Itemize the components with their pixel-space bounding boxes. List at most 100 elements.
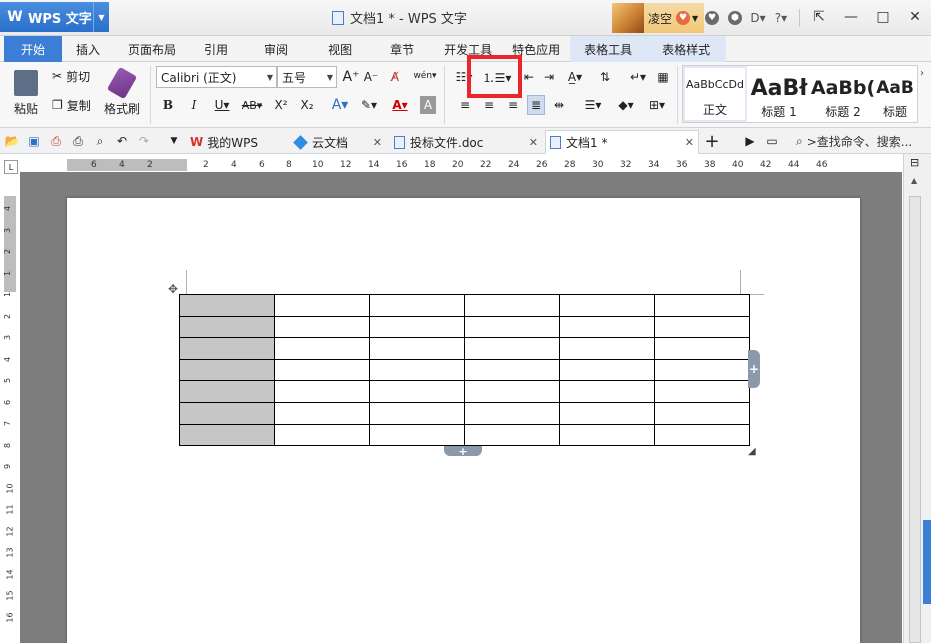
- table-cell[interactable]: [559, 337, 655, 360]
- table-cell[interactable]: [654, 358, 750, 382]
- table-cell-shaded[interactable]: [179, 294, 275, 317]
- distributed-align-icon[interactable]: ⇹: [550, 96, 568, 114]
- vertical-ruler[interactable]: 4 3 2 1 1 2 3 4 5 6 7 8 9 10 11 12 13 14 15 16: [3, 196, 16, 643]
- font-name-select[interactable]: Calibri (正文) ▼: [156, 66, 277, 88]
- increase-indent-icon[interactable]: ⇥: [540, 68, 558, 86]
- backup-icon[interactable]: ▶: [742, 133, 758, 149]
- open-folder-icon[interactable]: 📂: [4, 133, 20, 149]
- subscript-icon[interactable]: X₂: [298, 96, 316, 114]
- chevron-right-icon[interactable]: ›: [920, 68, 924, 79]
- border-icon[interactable]: ⊞▾: [644, 96, 670, 114]
- table-resize-icon[interactable]: ◢: [748, 446, 758, 457]
- grow-font-icon[interactable]: A⁺: [342, 68, 360, 86]
- table-cell[interactable]: [274, 423, 370, 447]
- table-cell-shaded[interactable]: [179, 358, 275, 382]
- table-cell[interactable]: [654, 294, 750, 317]
- table-move-icon[interactable]: ✥: [166, 282, 180, 296]
- table-cell[interactable]: [559, 401, 655, 425]
- settings-icon[interactable]: ⬢: [728, 11, 742, 25]
- app-menu-button[interactable]: W WPS 文字 ▼: [0, 2, 109, 32]
- table-cell[interactable]: [369, 380, 465, 403]
- text-direction-icon[interactable]: A̲▾: [562, 68, 588, 86]
- table-cell[interactable]: [464, 358, 560, 382]
- table-cell[interactable]: [464, 294, 560, 317]
- copy-button[interactable]: ❐ 复制: [52, 96, 91, 114]
- tab-table-styles[interactable]: 表格样式: [646, 36, 727, 62]
- feedback-icon[interactable]: D▾: [750, 11, 765, 25]
- vertical-scrollbar[interactable]: ⊟ ▲: [903, 154, 931, 643]
- table-cell[interactable]: [274, 337, 370, 360]
- table-cell[interactable]: [274, 315, 370, 339]
- document-table[interactable]: [179, 294, 750, 447]
- table-cell[interactable]: [654, 401, 750, 425]
- font-color-icon[interactable]: A▾: [388, 96, 412, 114]
- table-cell[interactable]: [464, 337, 560, 360]
- justify-icon[interactable]: ≣: [527, 95, 545, 115]
- format-painter-button[interactable]: 格式刷: [102, 66, 142, 120]
- table-cell[interactable]: [559, 423, 655, 447]
- char-shading-icon[interactable]: A: [420, 96, 436, 114]
- table-cell[interactable]: [274, 401, 370, 425]
- user-account[interactable]: 凌空 ♥ ▼: [612, 3, 705, 33]
- redo-icon[interactable]: ↷: [136, 133, 152, 149]
- close-icon[interactable]: ✕: [373, 136, 382, 149]
- line-spacing-icon[interactable]: ☰▾: [580, 96, 606, 114]
- style-heading-1[interactable]: AaBł 标题 1: [747, 66, 811, 122]
- font-size-select[interactable]: 五号 ▼: [277, 66, 337, 88]
- table-cell-shaded[interactable]: [179, 401, 275, 425]
- doc-tab-doc1[interactable]: 文档1 * ✕: [545, 130, 699, 154]
- bold-icon[interactable]: B: [160, 96, 176, 114]
- tab-stop-selector[interactable]: L: [4, 160, 18, 174]
- help-icon[interactable]: ?▾: [774, 11, 788, 25]
- minimize-button[interactable]: —: [835, 4, 867, 30]
- table-cell[interactable]: [464, 401, 560, 425]
- print-preview-icon[interactable]: ⌕: [92, 133, 108, 149]
- tab-page-layout[interactable]: 页面布局: [114, 36, 190, 62]
- table-cell[interactable]: [559, 358, 655, 382]
- tab-section[interactable]: 章节: [370, 36, 434, 62]
- strikethrough-icon[interactable]: AB▾: [238, 96, 266, 114]
- paste-button[interactable]: 粘贴: [6, 66, 46, 120]
- style-title[interactable]: AaB 标题: [875, 66, 915, 122]
- table-cell[interactable]: [654, 380, 750, 403]
- style-heading-2[interactable]: AaBb( 标题 2: [811, 66, 875, 122]
- restore-toolbar-icon[interactable]: ⇱: [803, 4, 835, 30]
- undo-icon[interactable]: ↶: [114, 133, 130, 149]
- table-cell-shaded[interactable]: [179, 423, 275, 447]
- close-icon[interactable]: ✕: [529, 136, 538, 149]
- align-left-icon[interactable]: ≡: [456, 96, 474, 114]
- export-pdf-icon[interactable]: ⎙: [48, 133, 64, 149]
- align-center-icon[interactable]: ≡: [480, 96, 498, 114]
- save-icon[interactable]: ▣: [26, 133, 42, 149]
- print-icon[interactable]: ⎙: [70, 133, 86, 149]
- table-cell[interactable]: [464, 315, 560, 339]
- underline-icon[interactable]: U▾: [210, 96, 234, 114]
- table-cell[interactable]: [369, 423, 465, 447]
- window-icon[interactable]: ▭: [764, 133, 780, 149]
- superscript-icon[interactable]: X²: [272, 96, 290, 114]
- table-cell[interactable]: [464, 380, 560, 403]
- tab-home[interactable]: 开始: [4, 36, 62, 62]
- phonetic-guide-icon[interactable]: wén▾: [412, 66, 438, 86]
- cut-button[interactable]: ✂ 剪切: [52, 67, 90, 85]
- skin-icon[interactable]: ♥: [705, 11, 719, 25]
- maximize-button[interactable]: □: [867, 4, 899, 30]
- add-tab-icon[interactable]: +: [704, 131, 720, 152]
- table-cell[interactable]: [369, 401, 465, 425]
- tab-review[interactable]: 审阅: [242, 36, 310, 62]
- doc-tab-cloud[interactable]: 云文档 ✕: [290, 130, 386, 154]
- style-normal[interactable]: AaBbCcDd 正文: [683, 66, 747, 122]
- table-cell[interactable]: [654, 423, 750, 447]
- italic-icon[interactable]: I: [186, 96, 202, 114]
- table-cell[interactable]: [274, 358, 370, 382]
- table-cell[interactable]: [464, 423, 560, 447]
- table-cell[interactable]: [654, 337, 750, 360]
- scroll-up-icon[interactable]: ▲: [911, 176, 917, 185]
- decrease-indent-icon[interactable]: ⇤: [520, 68, 538, 86]
- table-icon[interactable]: ▦: [654, 68, 672, 86]
- tab-view[interactable]: 视图: [310, 36, 370, 62]
- tab-insert[interactable]: 插入: [62, 36, 114, 62]
- chevron-down-icon[interactable]: ▼: [166, 133, 182, 149]
- command-search[interactable]: ⌕ >查找命令、搜索...: [796, 133, 912, 150]
- table-cell[interactable]: [369, 294, 465, 317]
